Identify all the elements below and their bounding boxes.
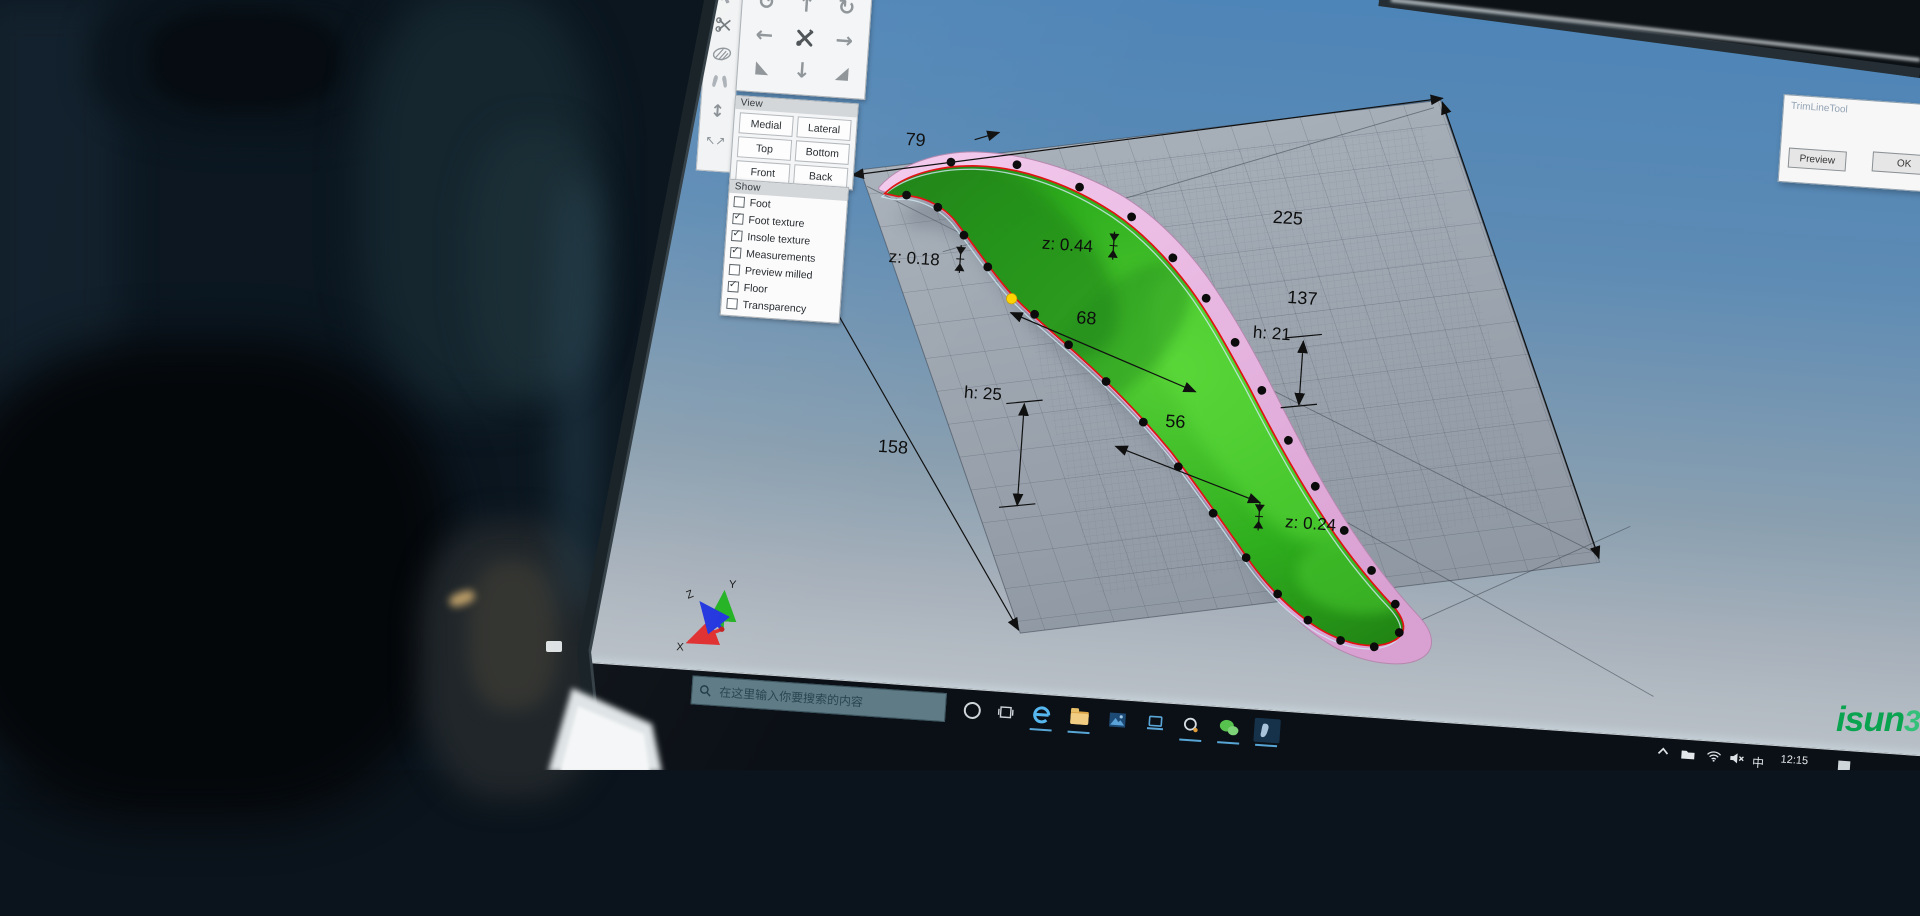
tray-chevron-icon[interactable]: [1653, 747, 1672, 756]
task-view-icon[interactable]: [992, 699, 1020, 725]
measurement-left-length: 158: [877, 436, 908, 458]
checkbox-label: Transparency: [742, 298, 806, 314]
checkbox-label: Foot texture: [748, 214, 805, 230]
measurement-z-heel: z: 0.24: [1285, 512, 1337, 535]
measurement-heel-height: h: 21: [1252, 323, 1291, 345]
checkbox-floor[interactable]: [727, 281, 739, 293]
measurement-toe-width: 79: [905, 129, 926, 150]
measurement-diagonal: 137: [1287, 287, 1318, 309]
view-lateral-button[interactable]: Lateral: [796, 116, 851, 141]
checkbox-measurements[interactable]: [730, 247, 742, 259]
ime-indicator[interactable]: 中: [1749, 753, 1768, 771]
axis-z-label: Z: [685, 588, 696, 602]
search-icon: [699, 684, 712, 698]
selected-control-point[interactable]: [1006, 293, 1017, 304]
search-app-icon[interactable]: [1177, 712, 1205, 738]
wechat-icon[interactable]: [1215, 715, 1243, 741]
screen-glow: [556, 180, 598, 610]
file-explorer-icon[interactable]: [1066, 705, 1094, 731]
volume-muted-icon[interactable]: [1727, 752, 1748, 765]
view-top-button[interactable]: Top: [737, 136, 792, 161]
taskbar-clock[interactable]: 12:15: [1767, 753, 1822, 769]
measurement-z-mid: z: 0.44: [1041, 234, 1093, 257]
wifi-icon[interactable]: [1703, 750, 1724, 762]
checkbox-foot-texture[interactable]: [732, 213, 744, 225]
checkbox-transparency[interactable]: [726, 298, 738, 310]
checkbox-foot[interactable]: [733, 196, 745, 208]
pan-down-button[interactable]: ↓: [781, 52, 823, 88]
vertical-resize-tool[interactable]: ↕: [705, 100, 730, 124]
preview-button[interactable]: Preview: [1788, 148, 1847, 172]
rotate-cw-button[interactable]: ↻: [825, 0, 867, 25]
show-panel: Show Foot Foot texture Insole texture Me…: [720, 179, 849, 324]
checkbox-preview-milled[interactable]: [729, 264, 741, 276]
axis-y-label: Y: [729, 579, 738, 592]
diagonal-resize-tool[interactable]: ↖↗: [703, 129, 728, 153]
navigation-pad: ↺ ↑ ↻ ← → ◣ ↓ ◢: [735, 0, 873, 100]
tray-folder-icon[interactable]: [1677, 748, 1698, 760]
tilt-left-button[interactable]: ◣: [741, 49, 783, 85]
axis-labels: X Y Z: [676, 575, 737, 657]
measurement-midfoot: 68: [1076, 307, 1097, 328]
checkbox-label: Floor: [743, 281, 768, 295]
select-region-tool[interactable]: [713, 0, 738, 8]
pan-left-button[interactable]: ←: [743, 16, 785, 52]
insole-app-icon[interactable]: [1253, 718, 1281, 744]
cortana-icon[interactable]: [958, 697, 986, 723]
ok-button[interactable]: OK: [1872, 151, 1920, 175]
view-medial-button[interactable]: Medial: [738, 112, 793, 137]
checkbox-label: Insole texture: [747, 231, 811, 247]
pan-right-button[interactable]: →: [823, 22, 865, 58]
measurement-heel-width: 56: [1165, 411, 1186, 432]
scissors-tool[interactable]: [711, 13, 736, 37]
tools-button[interactable]: [783, 19, 825, 55]
search-input[interactable]: [717, 684, 939, 715]
tv-shape: [150, 10, 340, 110]
measurement-z-front: z: 0.18: [888, 247, 940, 270]
axis-x-label: X: [676, 641, 685, 654]
measurement-length: 225: [1272, 207, 1303, 229]
measurement-arch-height: h: 25: [963, 383, 1002, 405]
insole-pair-tool[interactable]: [707, 71, 732, 95]
view-bottom-button[interactable]: Bottom: [795, 140, 850, 165]
checkbox-label: Foot: [749, 197, 771, 210]
tilt-right-button[interactable]: ◢: [821, 55, 863, 91]
laptop-icon[interactable]: [1142, 710, 1170, 736]
view-panel: View Medial Lateral Top Bottom Front Bac…: [729, 95, 859, 190]
trimline-tool-dialog: TrimLineTool Preview OK: [1778, 94, 1920, 195]
edge-icon[interactable]: [1028, 702, 1056, 728]
hatch-area-tool[interactable]: [709, 42, 734, 66]
photos-icon[interactable]: [1104, 707, 1132, 733]
action-center-icon[interactable]: [1835, 759, 1854, 772]
checkbox-label: Preview milled: [745, 265, 813, 282]
hand-highlight: [468, 560, 558, 710]
person-silhouette: [0, 340, 450, 820]
checkbox-insole-texture[interactable]: [731, 230, 743, 242]
